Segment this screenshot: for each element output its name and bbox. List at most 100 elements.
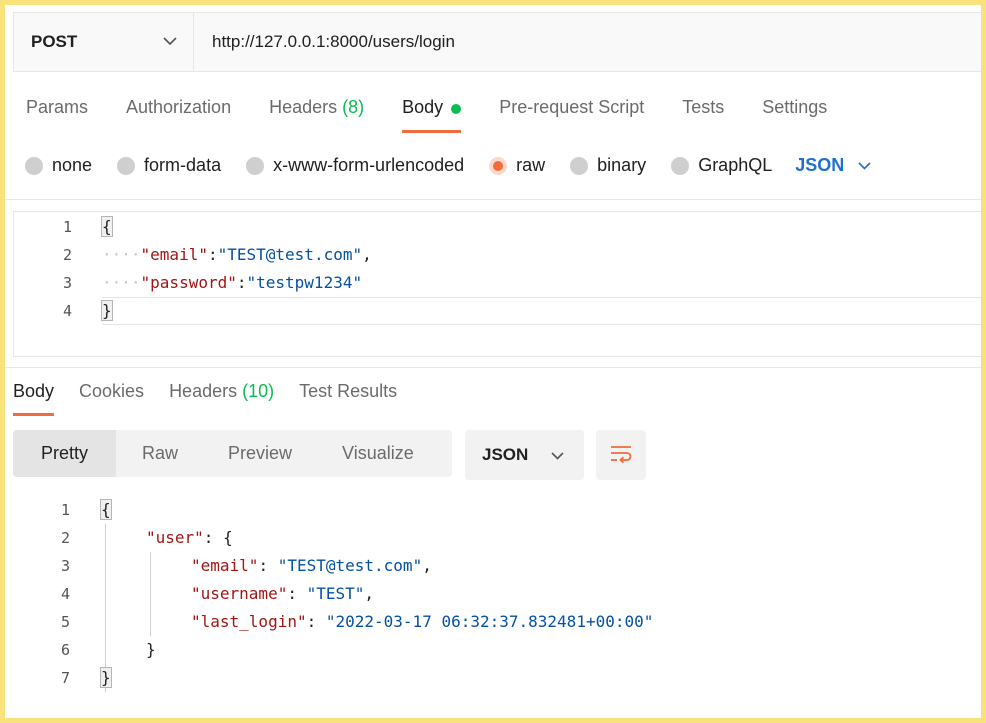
indent-guide — [150, 552, 151, 636]
tab-cookies[interactable]: Cookies — [79, 381, 144, 415]
request-tabs: Params Authorization Headers (8) Body Pr… — [26, 97, 865, 137]
radio-circle[interactable] — [671, 156, 690, 175]
view-preview[interactable]: Preview — [203, 430, 317, 477]
open-brace: { — [101, 216, 113, 237]
tab-pre-request-script[interactable]: Pre-request Script — [499, 97, 644, 131]
view-visualize[interactable]: Visualize — [317, 430, 439, 477]
tab-label: Headers — [169, 381, 238, 401]
json-comma: , — [422, 556, 432, 575]
line-number: 3 — [62, 274, 72, 292]
wrap-lines-icon — [609, 443, 633, 468]
line-number: 2 — [60, 529, 70, 547]
json-comma: , — [364, 584, 375, 603]
radio-graphql[interactable]: GraphQL — [671, 155, 772, 176]
json-comma: , — [362, 245, 372, 264]
tab-label: Authorization — [126, 97, 232, 117]
json-key: "email" — [140, 245, 208, 264]
json-sep: : — [306, 612, 326, 631]
radio-label: GraphQL — [698, 155, 773, 175]
tab-headers[interactable]: Headers (8) — [269, 97, 364, 131]
url-input[interactable]: http://127.0.0.1:8000/users/login — [194, 13, 455, 71]
code-line: } — [146, 636, 156, 664]
request-url-bar: POST http://127.0.0.1:8000/users/login — [13, 12, 986, 72]
line-number: 3 — [60, 557, 70, 575]
tab-tests[interactable]: Tests — [682, 97, 724, 131]
radio-form-data[interactable]: form-data — [117, 155, 221, 176]
wrap-lines-button[interactable] — [596, 430, 646, 480]
tab-label: Pre-request Script — [499, 97, 645, 117]
response-view-toggle: Pretty Raw Preview Visualize — [13, 430, 452, 477]
radio-binary[interactable]: binary — [570, 155, 646, 176]
view-pretty[interactable]: Pretty — [13, 430, 116, 477]
radio-x-www-form-urlencoded[interactable]: x-www-form-urlencoded — [246, 155, 464, 176]
tab-test-results[interactable]: Test Results — [299, 381, 397, 415]
json-value: "testpw1234" — [246, 273, 363, 292]
json-sep: : — [236, 273, 247, 292]
json-value: "2022-03-17 06:32:37.832481+00:00" — [325, 612, 654, 631]
tab-response-headers[interactable]: Headers (10) — [169, 381, 274, 415]
section-divider — [5, 199, 981, 200]
radio-raw[interactable]: raw — [489, 155, 545, 176]
tab-label: Test Results — [299, 381, 398, 401]
open-brace: { — [100, 499, 112, 520]
section-divider — [5, 367, 981, 368]
format-label: JSON — [795, 155, 845, 175]
body-format-select[interactable]: JSON — [795, 155, 871, 176]
json-value: "TEST" — [306, 584, 365, 603]
close-brace: } — [101, 300, 113, 321]
line-number: 7 — [60, 669, 70, 687]
response-format-select[interactable]: JSON — [465, 430, 584, 480]
json-open-brace: { — [223, 528, 233, 547]
tab-settings[interactable]: Settings — [762, 97, 827, 131]
code-line: ····"password":"testpw1234" — [102, 269, 362, 297]
json-key: "username" — [191, 584, 288, 603]
tab-authorization[interactable]: Authorization — [126, 97, 231, 131]
line-number: 1 — [62, 218, 72, 236]
radio-label: binary — [597, 155, 647, 175]
tab-body[interactable]: Body — [402, 97, 462, 133]
headers-count: (8) — [342, 97, 365, 117]
radio-circle-selected[interactable] — [489, 156, 508, 175]
radio-circle[interactable] — [246, 156, 265, 175]
radio-none[interactable]: none — [25, 155, 92, 176]
tab-label: Cookies — [79, 381, 145, 401]
method-select[interactable]: POST — [14, 13, 194, 71]
response-tabs: Body Cookies Headers (10) Test Results — [13, 381, 422, 416]
code-line: } — [100, 664, 112, 692]
radio-label: raw — [516, 155, 546, 175]
tab-params[interactable]: Params — [26, 97, 88, 131]
tab-label: Settings — [762, 97, 828, 117]
method-label: POST — [31, 32, 78, 51]
tab-response-body[interactable]: Body — [13, 381, 55, 416]
code-line: { — [100, 496, 112, 524]
tab-label: Tests — [682, 97, 725, 117]
json-close-brace: } — [146, 640, 156, 659]
tab-label: Params — [26, 97, 89, 117]
line-number: 2 — [62, 246, 72, 264]
radio-circle[interactable] — [25, 156, 43, 175]
code-line: ····"email":"TEST@test.com", — [102, 241, 372, 269]
whitespace: ···· — [102, 245, 141, 264]
radio-circle[interactable] — [117, 156, 136, 175]
view-raw[interactable]: Raw — [116, 430, 203, 477]
line-number: 4 — [62, 302, 72, 320]
code-line: } — [101, 297, 113, 325]
body-indicator-dot — [451, 104, 462, 114]
response-body-viewer: 1 2 3 4 5 6 7 { "user": { "email": "TEST… — [0, 496, 986, 696]
json-sep: : — [203, 528, 224, 547]
tab-label: Body — [402, 97, 444, 117]
radio-label: form-data — [144, 155, 222, 175]
json-key: "user" — [146, 528, 204, 547]
close-brace: } — [100, 667, 112, 688]
code-line: "username": "TEST", — [191, 580, 374, 608]
json-key: "email" — [191, 556, 259, 575]
request-body-editor[interactable]: 1 2 3 4 { ····"email":"TEST@test.com", ·… — [13, 211, 986, 357]
radio-label: x-www-form-urlencoded — [273, 155, 465, 175]
line-number: 6 — [60, 641, 70, 659]
format-label: JSON — [482, 445, 529, 464]
json-key: "password" — [140, 273, 237, 292]
radio-circle[interactable] — [570, 156, 589, 175]
code-line: { — [101, 213, 113, 241]
code-line: "email": "TEST@test.com", — [191, 552, 432, 580]
chevron-down-icon — [163, 33, 177, 51]
